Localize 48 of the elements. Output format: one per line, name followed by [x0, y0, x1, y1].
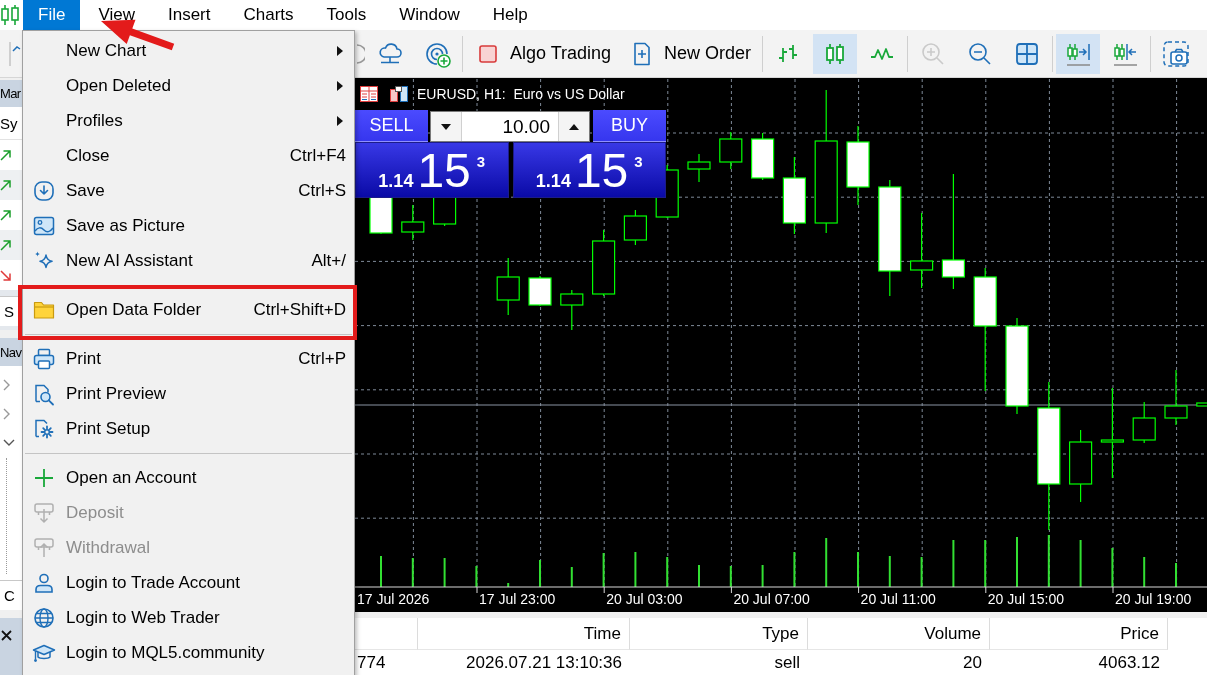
panel-title: Nav	[0, 338, 22, 366]
menu-item[interactable]: Window	[384, 0, 475, 30]
tray-arrow-up-icon	[32, 535, 56, 560]
toolbar-button[interactable]: Algo Trading	[466, 33, 620, 74]
menu-item[interactable]: Print Setup	[23, 411, 354, 446]
table-cell-text: 20	[962, 651, 983, 674]
table-cell-text: 4063.12	[1097, 651, 1161, 674]
menu-item[interactable]: Profiles	[23, 103, 354, 138]
column-header[interactable]: Price	[990, 618, 1168, 650]
toolbar-button[interactable]	[813, 33, 858, 74]
menu-item[interactable]: Charts	[228, 0, 309, 30]
printer-icon	[32, 346, 56, 371]
column-header[interactable]: Time	[418, 618, 630, 650]
menu-item[interactable]: Save as Picture	[23, 208, 354, 243]
menu-item[interactable]: Save Ctrl+S	[23, 173, 354, 208]
save-icon	[32, 178, 56, 203]
menu-item[interactable]: View	[83, 0, 150, 30]
menu-item[interactable]: Insert	[152, 0, 226, 30]
chevron-right-icon[interactable]	[3, 378, 11, 391]
menu-item[interactable]: Print Preview	[23, 376, 354, 411]
menu-item[interactable]: Login to Web Trader	[23, 600, 354, 635]
menu-item[interactable]: File	[23, 0, 81, 30]
tab[interactable]: C	[0, 580, 22, 610]
toolbar-button[interactable]	[1056, 33, 1101, 74]
menu-item[interactable]: Print Ctrl+P	[23, 341, 354, 376]
table-cell-text: 2026.07.21 13:10:36	[465, 651, 623, 674]
menu-item[interactable]: New AI Assistant Alt+/	[23, 243, 354, 278]
toolbar-button[interactable]: New Order	[622, 33, 760, 74]
tray-arrow-down-icon	[32, 500, 56, 525]
column-header: Sy	[0, 107, 22, 140]
close-icon[interactable]	[1, 630, 12, 641]
chevron-right-icon[interactable]	[3, 407, 11, 420]
table-cell-text: 774	[356, 651, 387, 674]
table-cell-text: sell	[773, 651, 801, 674]
globe-icon	[32, 605, 56, 630]
chevron-down-icon[interactable]	[3, 438, 15, 447]
menu-item[interactable]: Open an Account	[23, 460, 354, 495]
column-header[interactable]: Volume	[808, 618, 990, 650]
menu-item[interactable]: Help	[477, 0, 543, 30]
menu-item[interactable]: Open Deleted	[23, 68, 354, 103]
panel-title: Mar	[0, 80, 22, 107]
menu-item[interactable]: Login to MQL5.community	[23, 635, 354, 670]
menu-item[interactable]: Open Data Folder Ctrl+Shift+D	[23, 292, 354, 327]
menu-item[interactable]: Login to Trade Account	[23, 565, 354, 600]
menu-item[interactable]: Close Ctrl+F4	[23, 138, 354, 173]
menu-item[interactable]: New Chart	[23, 33, 354, 68]
menu-item[interactable]: Tools	[311, 0, 382, 30]
column-header[interactable]: Type	[630, 618, 808, 650]
